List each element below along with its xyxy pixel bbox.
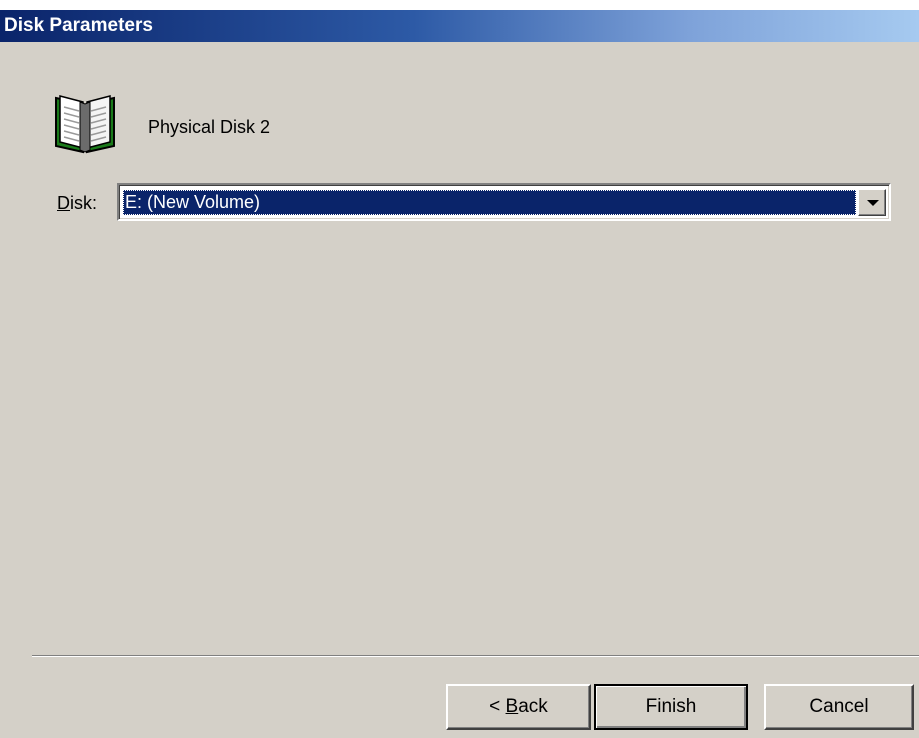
disk-select-value[interactable]: E: (New Volume) (123, 190, 856, 215)
disk-select[interactable]: E: (New Volume) (117, 183, 891, 221)
separator (32, 655, 919, 657)
finish-button[interactable]: Finish (594, 684, 748, 730)
disk-field-label: Disk: (57, 193, 97, 213)
dialog-body (0, 42, 919, 738)
chevron-down-icon[interactable] (858, 189, 886, 216)
disk-name-label: Physical Disk 2 (148, 117, 271, 137)
book-icon (55, 95, 115, 154)
back-button[interactable]: < Back (446, 684, 591, 730)
cancel-button[interactable]: Cancel (764, 684, 914, 730)
dialog-title: Disk Parameters (0, 10, 919, 42)
